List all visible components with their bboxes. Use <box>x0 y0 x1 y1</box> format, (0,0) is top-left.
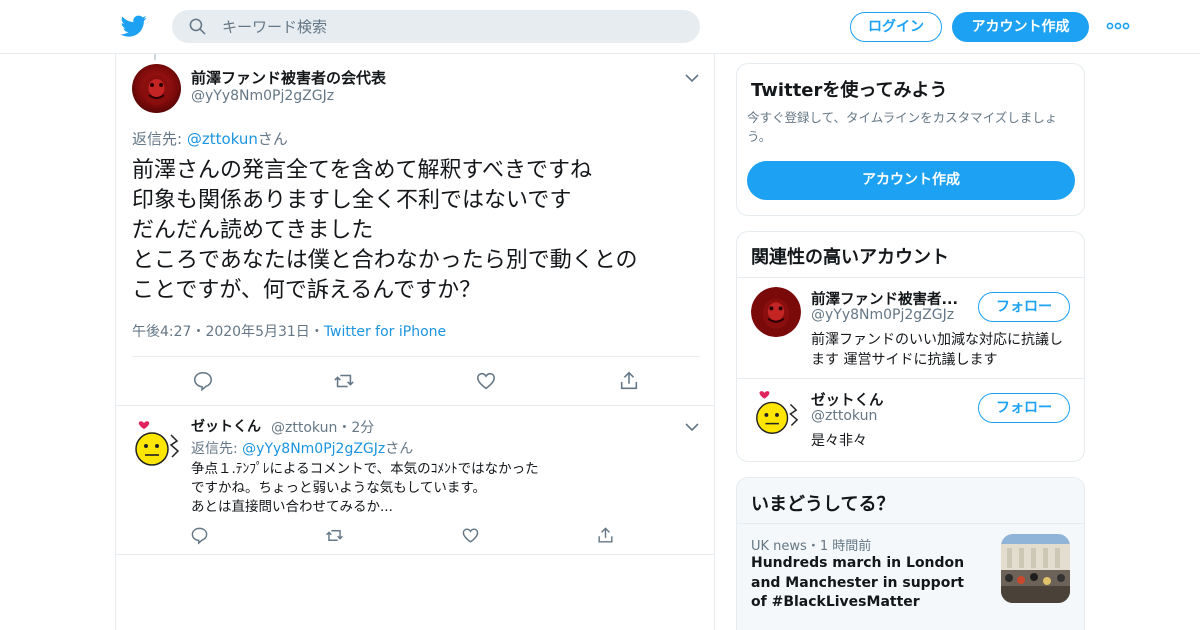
avatar[interactable] <box>130 419 182 471</box>
reply-prefix: 返信先: <box>132 130 187 148</box>
avatar[interactable] <box>751 389 801 439</box>
timeline-column: 前澤ファンド被害者の会代表 @yYy8Nm0Pj2gZGJz 返信先: @ztt… <box>115 54 715 630</box>
top-bar: ログイン アカウント作成 <box>0 0 1200 54</box>
meta-separator: ・ <box>337 420 352 436</box>
reply-prefix: 返信先: <box>191 441 243 457</box>
meta-separator: ・ <box>806 539 820 554</box>
card-title: いまどうしてる？ <box>751 494 895 515</box>
tweet-date[interactable]: 2020年5月31日 <box>205 324 309 340</box>
chevron-down-icon[interactable] <box>685 73 699 83</box>
divider <box>132 356 700 357</box>
retweet-icon[interactable] <box>325 526 344 545</box>
trend-age: 1 時間前 <box>819 539 872 554</box>
reply-context: 返信先: @zttokunさん <box>132 128 288 149</box>
meta-separator: ・ <box>191 324 206 340</box>
card-title: 関連性の高いアカウント <box>751 247 949 268</box>
tweet-age[interactable]: 2分 <box>351 420 374 436</box>
author-name[interactable]: 前澤ファンド被害者の会代表 <box>191 67 386 88</box>
chevron-down-icon[interactable] <box>685 422 699 432</box>
login-button[interactable]: ログイン <box>850 12 942 42</box>
account-name[interactable]: 前澤ファンド被害者... <box>811 288 958 309</box>
avatar[interactable] <box>751 287 801 337</box>
trend-meta: UK news・1 時間前 <box>751 535 871 554</box>
more-dots-icon[interactable] <box>1104 18 1132 34</box>
author-name[interactable]: ゼットくん <box>191 416 261 436</box>
avatar-image <box>751 287 801 337</box>
search-box[interactable] <box>172 10 700 43</box>
divider <box>737 378 1084 379</box>
follow-button[interactable]: フォロー <box>978 393 1070 423</box>
signup-button[interactable]: アカウント作成 <box>952 12 1089 42</box>
tweet-text: 前澤さんの発言全てを含めて解釈すべきですね 印象も関係ありますし全く不利ではない… <box>132 158 638 303</box>
author-handle[interactable]: @zttokun・2分 <box>271 417 374 437</box>
share-icon[interactable] <box>596 526 615 545</box>
reply-mention-link[interactable]: @zttokun <box>187 130 258 148</box>
heart-icon[interactable] <box>475 370 497 392</box>
signup-card-button[interactable]: アカウント作成 <box>747 161 1075 200</box>
heart-icon[interactable] <box>461 526 480 545</box>
trend-thumbnail[interactable] <box>1001 534 1070 603</box>
signup-card: Twitterを使ってみよう 今すぐ登録して、タイムラインをカスタマイズしましょ… <box>736 63 1085 216</box>
account-handle[interactable]: @zttokun <box>811 408 877 424</box>
trend-headline[interactable]: Hundreds march in London and Manchester … <box>751 554 981 613</box>
reply-context: 返信先: @yYy8Nm0Pj2gZGJzさん <box>191 438 413 458</box>
retweet-icon[interactable] <box>333 370 355 392</box>
search-input[interactable] <box>222 10 682 43</box>
reply-icon[interactable] <box>190 526 209 545</box>
share-icon[interactable] <box>618 370 640 392</box>
divider <box>737 523 1084 524</box>
focused-tweet: 前澤ファンド被害者の会代表 @yYy8Nm0Pj2gZGJz 返信先: @ztt… <box>116 54 714 406</box>
tweet-text: 争点１.ﾃﾝﾌﾟﾚによるコメントで、本気のｺﾒﾝﾄではなかった ですかね。ちょっ… <box>191 461 539 515</box>
handle-text[interactable]: @zttokun <box>271 420 337 436</box>
search-icon <box>189 18 206 35</box>
avatar-image <box>143 75 170 105</box>
reply-tweet[interactable]: ゼットくん @zttokun・2分 返信先: @yYy8Nm0Pj2gZGJzさ… <box>116 407 714 555</box>
tweet-time[interactable]: 午後4:27 <box>132 324 191 340</box>
meta-separator: ・ <box>309 324 324 340</box>
twitter-bird-icon[interactable] <box>120 13 148 39</box>
divider <box>737 277 1084 278</box>
card-title: Twitterを使ってみよう <box>751 80 948 101</box>
account-bio: 是々非々 <box>811 433 867 449</box>
related-accounts-card: 関連性の高いアカウント 前澤ファンド被害者... @yYy8Nm0Pj2gZGJ… <box>736 231 1085 462</box>
account-name[interactable]: ゼットくん <box>811 389 884 410</box>
tweet-source-link[interactable]: Twitter for iPhone <box>324 324 446 340</box>
tweet-meta: 午後4:27・2020年5月31日・Twitter for iPhone <box>132 321 446 341</box>
reply-suffix: さん <box>385 441 414 457</box>
signup-description: 今すぐ登録して、タイムラインをカスタマイズしましょう。 <box>747 110 1058 144</box>
account-handle[interactable]: @yYy8Nm0Pj2gZGJz <box>811 307 954 323</box>
trend-source: UK news <box>751 539 807 554</box>
reply-mention-link[interactable]: @yYy8Nm0Pj2gZGJz <box>242 441 385 457</box>
author-handle[interactable]: @yYy8Nm0Pj2gZGJz <box>191 88 334 104</box>
trends-card: いまどうしてる？ UK news・1 時間前 Hundreds march in… <box>736 477 1085 630</box>
avatar[interactable] <box>132 64 181 113</box>
reply-icon[interactable] <box>192 370 214 392</box>
account-bio: 前澤ファンドのいい加減な対応に抗議します 運営サイドに抗議します <box>811 332 1063 368</box>
reply-suffix: さん <box>257 130 288 148</box>
follow-button[interactable]: フォロー <box>978 292 1070 322</box>
